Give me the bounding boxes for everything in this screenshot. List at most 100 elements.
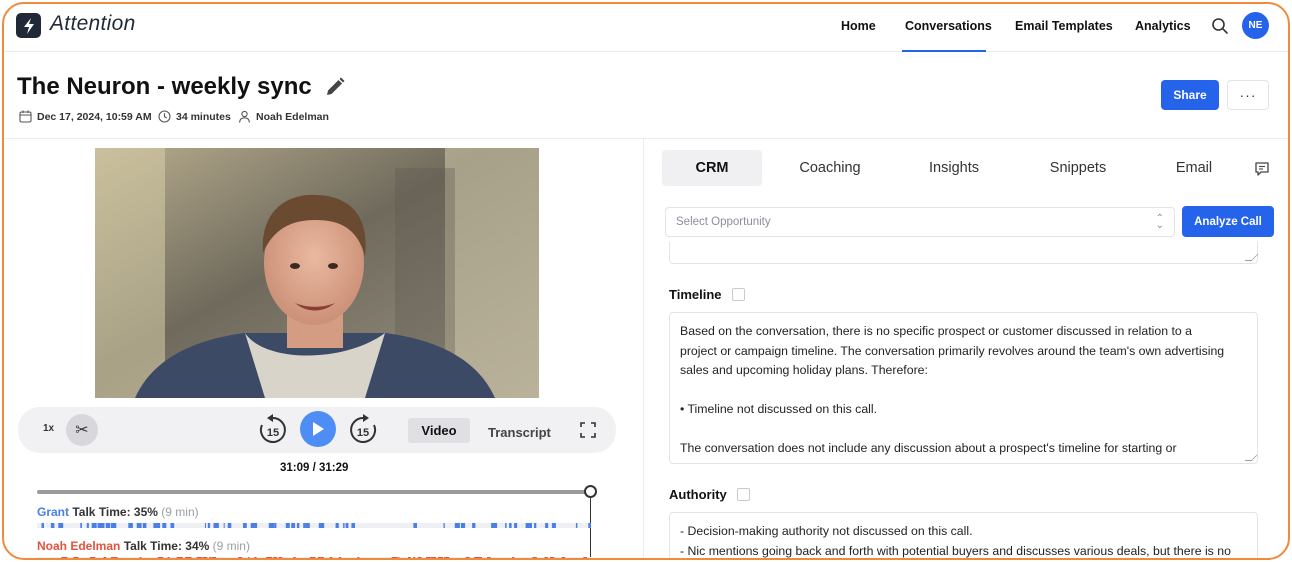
person-icon xyxy=(238,110,251,123)
talk-segment xyxy=(391,557,398,558)
speaker-name[interactable]: Noah Edelman xyxy=(37,539,120,553)
authority-textarea[interactable]: - Decision-making authority not discusse… xyxy=(669,512,1258,558)
nav-home[interactable]: Home xyxy=(841,19,876,33)
clip-scissors-icon[interactable]: ✂ xyxy=(66,414,98,446)
attention-logo-icon[interactable] xyxy=(16,13,41,38)
talk-segment xyxy=(309,557,316,558)
video-frame[interactable] xyxy=(95,148,539,398)
view-video-toggle[interactable]: Video xyxy=(408,418,470,443)
view-transcript-toggle[interactable]: Transcript xyxy=(488,425,551,440)
talk-segment xyxy=(204,523,206,528)
speaker-talk-time: Talk Time: 35% xyxy=(72,505,158,519)
clock-icon xyxy=(158,110,171,123)
speaker-talk-detail: (9 min) xyxy=(212,539,250,553)
speaker-name[interactable]: Grant xyxy=(37,505,69,519)
talk-segment xyxy=(426,557,431,558)
previous-field-textarea[interactable] xyxy=(669,242,1259,264)
talk-segment xyxy=(293,557,296,558)
talk-segment xyxy=(243,523,247,528)
talk-segment xyxy=(86,523,89,528)
timeline-text: Based on the conversation, there is no s… xyxy=(680,322,1247,464)
play-button[interactable] xyxy=(300,411,336,447)
talk-segment xyxy=(509,523,512,528)
tab-crm[interactable]: CRM xyxy=(662,150,762,186)
skip-forward-icon[interactable]: 15 xyxy=(346,413,380,447)
talk-segment xyxy=(278,557,283,558)
timecode: 31:09 / 31:29 xyxy=(280,462,349,474)
timeline-checkbox[interactable] xyxy=(731,288,745,301)
share-button[interactable]: Share xyxy=(1161,80,1219,110)
talk-segment xyxy=(318,523,325,528)
talk-segment xyxy=(551,523,556,528)
analyze-call-button[interactable]: Analyze Call xyxy=(1182,206,1274,237)
timeline-label-text: Timeline xyxy=(669,287,722,302)
talk-segment xyxy=(398,557,400,558)
talk-segment xyxy=(413,523,417,528)
page-title: The Neuron - weekly sync xyxy=(17,73,312,100)
talk-strip-grant[interactable] xyxy=(37,523,591,528)
nav-active-indicator xyxy=(902,50,986,52)
talk-segment xyxy=(357,557,360,558)
talk-segment xyxy=(110,523,117,528)
tab-snippets[interactable]: Snippets xyxy=(1028,150,1128,186)
meta-duration: 34 minutes xyxy=(158,110,231,123)
player-controls: 1x ✂ 15 15 Video Transcript xyxy=(18,407,616,453)
nav-conversations[interactable]: Conversations xyxy=(905,19,992,33)
talk-segment xyxy=(110,557,118,558)
skip-back-icon[interactable]: 15 xyxy=(256,413,290,447)
talk-segment xyxy=(303,523,305,528)
talk-segment xyxy=(511,557,515,558)
playback-speed-button[interactable]: 1x xyxy=(43,423,54,434)
talk-segment xyxy=(583,557,587,558)
calendar-icon xyxy=(19,110,32,123)
fullscreen-icon[interactable] xyxy=(580,422,596,438)
talk-segment xyxy=(157,557,164,558)
text-line: project or campaign timeline. The conver… xyxy=(680,343,1225,358)
edit-pencil-icon[interactable] xyxy=(324,76,346,98)
authority-checkbox[interactable] xyxy=(736,488,750,501)
talk-segment xyxy=(176,557,183,558)
progress-track[interactable] xyxy=(37,490,591,494)
talk-segment xyxy=(338,557,342,558)
text-line: completing a project or campaign. xyxy=(680,459,1247,464)
talk-segment xyxy=(91,523,97,528)
talk-segment xyxy=(50,523,55,528)
talk-segment xyxy=(162,523,167,528)
tab-email[interactable]: Email xyxy=(1144,150,1244,186)
tab-coaching[interactable]: Coaching xyxy=(780,150,880,186)
timeline-textarea[interactable]: Based on the conversation, there is no s… xyxy=(669,312,1258,464)
talk-segment xyxy=(491,523,498,528)
talk-segment xyxy=(196,557,202,558)
talk-strip-background xyxy=(37,523,591,528)
tab-insights[interactable]: Insights xyxy=(904,150,1004,186)
talk-segment xyxy=(211,557,216,558)
speaker-row-noah-edelman: Noah Edelman Talk Time: 34% (9 min) xyxy=(37,539,250,553)
talk-strip-noah-edelman[interactable] xyxy=(37,557,591,560)
talk-segment xyxy=(128,523,133,528)
talk-segment xyxy=(213,523,219,528)
playhead-line xyxy=(590,496,591,558)
select-opportunity-dropdown[interactable]: Select Opportunity ⌃ ⌄ xyxy=(665,207,1175,237)
search-icon[interactable] xyxy=(1211,17,1229,35)
talk-segment xyxy=(170,523,175,528)
talk-segment xyxy=(139,557,142,558)
resize-handle-icon[interactable] xyxy=(1244,254,1259,261)
chat-bubble-icon[interactable] xyxy=(1254,161,1270,177)
meta-owner-text: Noah Edelman xyxy=(256,110,329,123)
talk-segment xyxy=(274,523,277,528)
talk-segment xyxy=(254,557,257,558)
more-options-button[interactable]: ··· xyxy=(1227,80,1269,110)
nav-email-templates[interactable]: Email Templates xyxy=(1015,19,1113,33)
talk-segment xyxy=(437,557,444,558)
user-avatar[interactable]: NE xyxy=(1242,12,1269,39)
text-line: sales and upcoming holiday plans. Theref… xyxy=(680,363,928,377)
nav-analytics[interactable]: Analytics xyxy=(1135,19,1191,33)
speaker-talk-detail: (9 min) xyxy=(161,505,199,519)
panel-tabs: CRM Coaching Insights Snippets Email xyxy=(662,150,1282,188)
video-still-image xyxy=(95,148,539,398)
talk-segment xyxy=(250,523,258,528)
text-line: The conversation does not include any di… xyxy=(680,441,1177,455)
talk-segment xyxy=(167,557,170,558)
talk-segment xyxy=(454,523,460,528)
talk-segment xyxy=(136,523,142,528)
